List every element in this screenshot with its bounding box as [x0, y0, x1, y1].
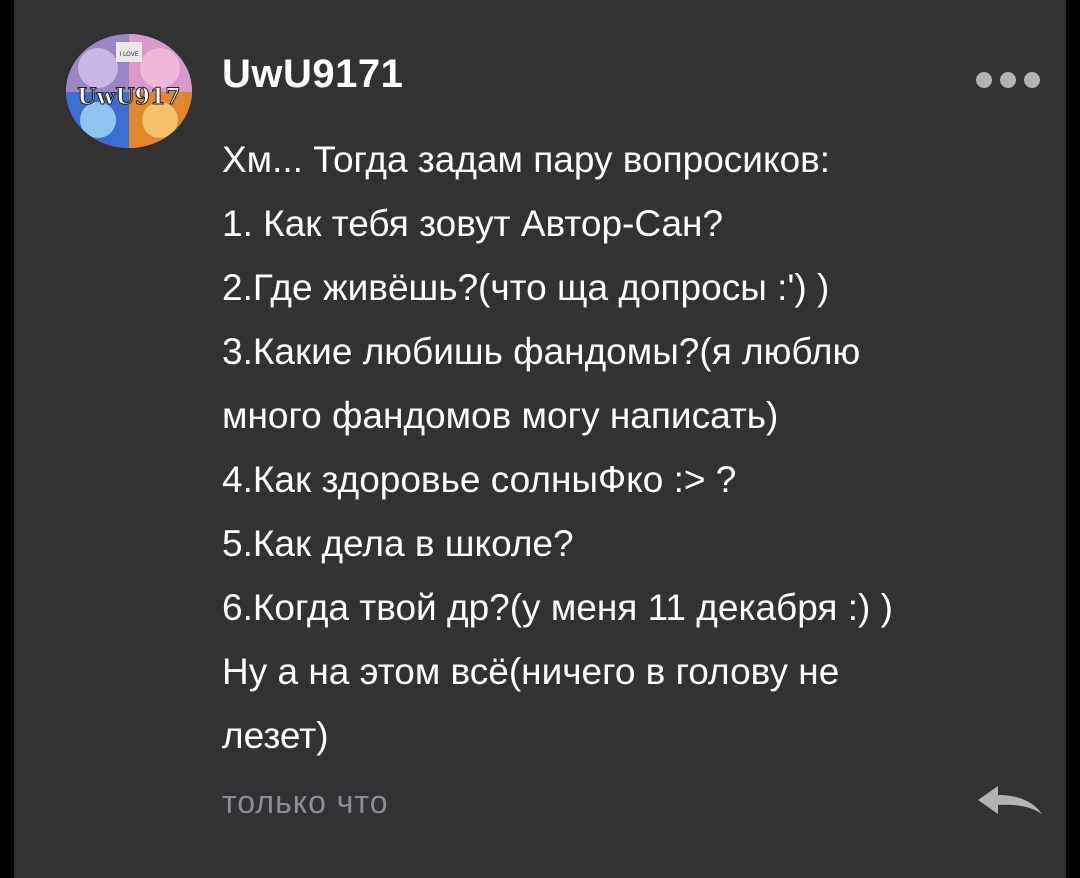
comment-card: I LOVE UwU917 UwU9171 Хм... Тогда задам … — [14, 0, 1066, 878]
dot — [1000, 72, 1016, 88]
avatar[interactable]: I LOVE UwU917 — [66, 34, 192, 148]
comment-line: 6.Когда твой др?(у меня 11 декабря :) ) — [222, 587, 893, 628]
comment-line: Ну а на этом всё(ничего в голову не — [222, 651, 840, 692]
dot — [976, 72, 992, 88]
comment-line: 1. Как тебя зовут Автор-Сан? — [222, 203, 724, 244]
dot — [1024, 72, 1040, 88]
comment-line: Хм... Тогда задам пару вопросиков: — [222, 139, 831, 180]
timestamp: только что — [222, 784, 389, 820]
avatar-image: I LOVE UwU917 — [66, 34, 192, 148]
comment-line: лезет) — [222, 715, 329, 756]
screen: I LOVE UwU917 UwU9171 Хм... Тогда задам … — [0, 0, 1080, 878]
comment-body: Хм... Тогда задам пару вопросиков: 1. Ка… — [222, 128, 1022, 768]
comment-line: 5.Как дела в школе? — [222, 523, 574, 564]
comment-line: много фандомов могу написать) — [222, 395, 779, 436]
avatar-caption: UwU917 — [77, 84, 180, 110]
comment-line: 2.Где живёшь?(что ща допросы :') ) — [222, 267, 830, 308]
comment-line: 3.Какие любишь фандомы?(я люблю — [222, 331, 861, 372]
username[interactable]: UwU9171 — [222, 52, 403, 97]
comment-line: 4.Как здоровье солныФко :> ? — [222, 459, 737, 500]
svg-text:I LOVE: I LOVE — [119, 51, 139, 58]
reply-arrow-icon[interactable] — [976, 780, 1044, 820]
more-dots-icon[interactable] — [976, 72, 1040, 88]
